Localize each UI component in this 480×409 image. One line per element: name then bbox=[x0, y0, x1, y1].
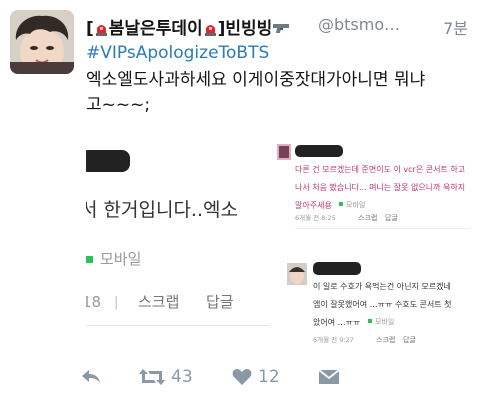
left-meta-number: 18 bbox=[86, 293, 101, 311]
avatar[interactable] bbox=[10, 10, 74, 74]
reply-icon bbox=[82, 370, 100, 383]
redacted-username-block bbox=[313, 262, 361, 275]
avatar-photo bbox=[10, 10, 74, 74]
left-reply-label: 답글 bbox=[206, 293, 234, 311]
attached-image-right[interactable]: 다른 건 모르겠는데 준면이도 이 vcr은 콘서트 하고 나서 처음 봤습니다… bbox=[275, 128, 470, 354]
comment2-mobile: 모바일 bbox=[375, 317, 394, 326]
tweet-header: [ 봄날은투데이 ]빈빙빙 @btsmo… 7분 bbox=[86, 12, 470, 40]
comment2-reply: 답글 bbox=[403, 335, 416, 344]
redacted-username-block bbox=[86, 150, 130, 172]
comment1-mobile: 모바일 bbox=[346, 200, 365, 209]
retweet-count: 43 bbox=[171, 367, 193, 387]
direct-message-button[interactable] bbox=[318, 362, 340, 392]
display-name-word: 봄날은투데이 bbox=[108, 19, 203, 39]
comment2-line3: 았어여 …ㅠㅠ bbox=[313, 317, 360, 327]
reply-button[interactable] bbox=[80, 362, 102, 392]
display-name[interactable]: [ 봄날은투데이 ]빈빙빙 bbox=[86, 14, 290, 39]
mobile-dot-icon bbox=[339, 202, 343, 206]
comment1-scrap: 스크랩 bbox=[358, 214, 377, 222]
siren-emoji-icon bbox=[204, 25, 216, 36]
like-count: 12 bbox=[258, 367, 280, 387]
tweet-text: 엑소엘도사과하세요 이게이중잣대가아니면 뭐냐 고~~~; bbox=[86, 70, 426, 115]
like-button[interactable]: 12 bbox=[232, 362, 280, 392]
tweet-timestamp[interactable]: 7분 bbox=[443, 15, 468, 39]
left-mobile-label: 모바일 bbox=[100, 250, 141, 268]
retweet-button[interactable]: 43 bbox=[138, 362, 193, 392]
comment2-line1: 이 일로 수호가 욕먹는건 아닌지 모르겠네 bbox=[313, 281, 451, 291]
comment2-meta: 6개월 전 9:27 bbox=[313, 335, 354, 344]
hashtag-link[interactable]: #VIPsApologizeToBTS bbox=[86, 43, 269, 63]
heart-icon bbox=[232, 369, 252, 385]
tweet-action-bar: 43 12 bbox=[80, 362, 470, 392]
comment2-line2: 엠이 잘못했어여 …ㅠㅠ 수호도 콘서트 첫 bbox=[313, 299, 451, 309]
display-name-bracket-open: [ bbox=[86, 19, 94, 39]
comment1-meta: 6개월 전 8:25 bbox=[295, 213, 336, 222]
comment2-scrap: 스크랩 bbox=[376, 336, 395, 344]
redacted-username-block bbox=[295, 145, 343, 157]
mobile-dot-icon bbox=[86, 256, 93, 263]
comment-screenshot-left: 서 한거입니다..엑소 모바일 18 | 스크랩 답글 bbox=[86, 128, 270, 337]
left-comment-text: 서 한거입니다..엑소 bbox=[86, 199, 238, 221]
mobile-dot-icon bbox=[368, 319, 372, 323]
retweet-icon bbox=[139, 369, 165, 385]
left-meta-separator: | bbox=[114, 295, 118, 310]
user-handle[interactable]: @btsmo… bbox=[318, 15, 400, 34]
comment1-reply: 답글 bbox=[385, 213, 398, 222]
comment1-line1: 다른 건 모르겠는데 준면이도 이 vcr은 콘서트 하고 bbox=[295, 164, 465, 174]
pistol-emoji-icon bbox=[273, 24, 290, 33]
attached-image-left[interactable]: 서 한거입니다..엑소 모바일 18 | 스크랩 답글 bbox=[86, 128, 270, 337]
comment-screenshot-right: 다른 건 모르겠는데 준면이도 이 vcr은 콘서트 하고 나서 처음 봤습니다… bbox=[275, 128, 470, 354]
siren-emoji-icon bbox=[95, 25, 107, 36]
comment1-line2: 나서 처음 봤습니다... 며니는 잘못 없으니까 욕하지 bbox=[295, 182, 465, 192]
comment1-line3: 말아주세용 bbox=[295, 200, 332, 210]
envelope-icon bbox=[318, 369, 340, 384]
left-scrap-label: 스크랩 bbox=[138, 293, 179, 311]
display-name-rest: ]빈빙빙 bbox=[217, 19, 273, 39]
